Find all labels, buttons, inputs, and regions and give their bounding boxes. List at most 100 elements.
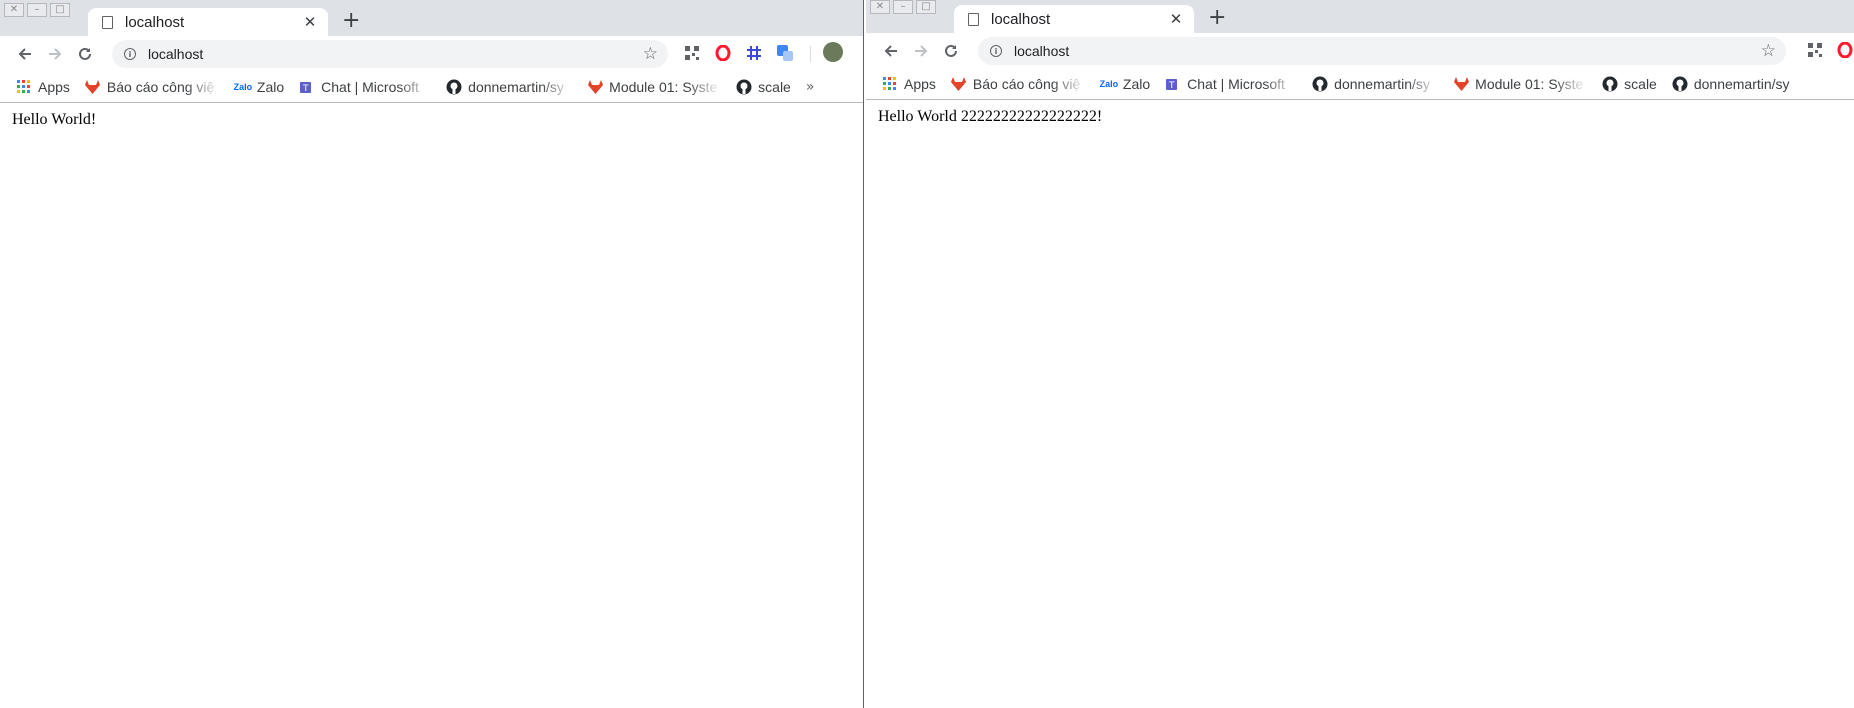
bookmark-label: Zalo: [256, 79, 285, 95]
bookmark-star-icon[interactable]: ☆: [643, 44, 658, 64]
reload-icon: [945, 44, 957, 57]
bookmark-module-01[interactable]: Module 01: Syste: [1453, 76, 1587, 92]
tab-localhost[interactable]: localhost ✕: [954, 5, 1194, 33]
window-controls: ✕ – □: [4, 3, 70, 17]
zalo-icon: Zalo: [233, 82, 253, 92]
page-text: Hello World 22222222222222222!: [878, 108, 1103, 125]
gitlab-icon: [1453, 76, 1469, 92]
qr-code-icon[interactable]: [1806, 41, 1824, 59]
bookmark-zalo[interactable]: Zalo Zalo: [233, 79, 285, 95]
bookmark-label: Module 01: Syste: [1475, 76, 1584, 92]
bookmark-donnemartin[interactable]: donnemartin/sy: [1312, 76, 1438, 92]
bookmark-apps[interactable]: Apps: [16, 79, 70, 95]
bookmark-zalo[interactable]: Zalo Zalo: [1099, 76, 1151, 92]
apps-grid-icon: [882, 76, 898, 92]
bookmarks-bar: Apps Báo cáo công việ Zalo Zalo T Chat |…: [0, 72, 863, 103]
bookmark-label: Chat | Microsoft: [321, 79, 419, 95]
window-maximize-button[interactable]: □: [916, 0, 936, 14]
gitlab-icon: [587, 79, 603, 95]
window-minimize-button[interactable]: –: [27, 3, 47, 17]
toolbar-divider: [810, 46, 811, 62]
reload-button[interactable]: [74, 43, 96, 65]
info-icon[interactable]: i: [990, 45, 1002, 57]
bookmark-label: Apps: [904, 76, 936, 92]
bookmark-teams-chat[interactable]: T Chat | Microsoft: [299, 79, 431, 95]
gitlab-icon: [951, 76, 967, 92]
translate-icon[interactable]: [776, 44, 794, 62]
bookmark-label: scale: [1624, 76, 1657, 92]
info-icon[interactable]: i: [124, 48, 136, 60]
github-icon: [1672, 76, 1688, 92]
document-icon: [102, 15, 113, 29]
bookmark-label: donnemartin/sy: [1693, 76, 1790, 92]
reload-icon: [79, 47, 91, 60]
bookmark-scale[interactable]: scale: [736, 79, 791, 95]
apps-grid-icon: [16, 79, 32, 95]
bookmark-label: Chat | Microsoft: [1187, 76, 1285, 92]
window-maximize-button[interactable]: □: [50, 3, 70, 17]
window-close-button[interactable]: ✕: [870, 0, 890, 14]
forward-arrow-icon: [915, 45, 928, 57]
browser-window-right: ✕ – □ localhost ✕ + i localhost ☆ Apps B…: [866, 0, 1854, 708]
bookmark-donnemartin-2[interactable]: donnemartin/sy: [1672, 76, 1798, 92]
back-button[interactable]: [880, 40, 902, 62]
bookmark-label: donnemartin/sy: [1334, 76, 1430, 92]
page-content: Hello World 22222222222222222!: [866, 100, 1854, 134]
address-bar[interactable]: i localhost ☆: [978, 37, 1786, 65]
bookmark-label: Apps: [38, 79, 70, 95]
page-content: Hello World!: [0, 103, 863, 137]
github-icon: [736, 79, 752, 95]
bookmark-module-01[interactable]: Module 01: Syste: [587, 79, 721, 95]
tab-close-icon[interactable]: ✕: [302, 13, 318, 31]
reload-button[interactable]: [940, 40, 962, 62]
bookmarks-bar: Apps Báo cáo công việ Zalo Zalo T Chat |…: [866, 69, 1854, 100]
qr-code-icon[interactable]: [683, 44, 701, 62]
window-minimize-button[interactable]: –: [893, 0, 913, 14]
bookmark-donnemartin[interactable]: donnemartin/sy: [446, 79, 572, 95]
bookmark-bao-cao[interactable]: Báo cáo công việ: [85, 79, 220, 95]
teams-icon: T: [1165, 76, 1181, 92]
github-icon: [1602, 76, 1618, 92]
bookmark-label: Báo cáo công việ: [972, 76, 1081, 92]
svg-text:T: T: [302, 84, 309, 94]
address-bar[interactable]: i localhost ☆: [112, 40, 668, 68]
github-icon: [446, 79, 462, 95]
tab-close-icon[interactable]: ✕: [1168, 10, 1184, 28]
forward-button[interactable]: [910, 40, 932, 62]
tab-localhost[interactable]: localhost ✕: [88, 8, 328, 36]
bookmark-label: Module 01: Syste: [609, 79, 718, 95]
bookmark-apps[interactable]: Apps: [882, 76, 936, 92]
bookmark-bao-cao[interactable]: Báo cáo công việ: [951, 76, 1086, 92]
back-arrow-icon: [884, 45, 897, 57]
window-close-button[interactable]: ✕: [4, 3, 24, 17]
back-arrow-icon: [18, 48, 31, 60]
forward-arrow-icon: [49, 48, 62, 60]
new-tab-button[interactable]: +: [1208, 7, 1226, 29]
new-tab-button[interactable]: +: [342, 10, 360, 32]
opera-icon[interactable]: [714, 44, 732, 62]
github-icon: [1312, 76, 1328, 92]
bookmark-star-icon[interactable]: ☆: [1761, 41, 1776, 61]
zalo-icon: Zalo: [1099, 79, 1119, 89]
bookmarks-overflow-button[interactable]: »: [806, 79, 815, 95]
opera-icon[interactable]: [1836, 41, 1854, 59]
grid-hash-icon[interactable]: [745, 44, 763, 62]
bookmark-label: scale: [758, 79, 791, 95]
title-bar: ✕ – □ localhost ✕ +: [0, 0, 863, 36]
tab-title: localhost: [991, 10, 1051, 28]
toolbar: i localhost ☆: [866, 33, 1854, 69]
avatar[interactable]: [823, 42, 843, 62]
url-text: localhost: [148, 46, 204, 62]
page-text: Hello World!: [12, 111, 97, 128]
forward-button[interactable]: [44, 43, 66, 65]
svg-text:T: T: [1168, 81, 1175, 91]
browser-window-left: ✕ – □ localhost ✕ + i localhost ☆ Apps B…: [0, 0, 864, 708]
document-icon: [968, 12, 979, 26]
bookmark-teams-chat[interactable]: T Chat | Microsoft: [1165, 76, 1297, 92]
back-button[interactable]: [14, 43, 36, 65]
bookmark-scale[interactable]: scale: [1602, 76, 1657, 92]
bookmark-label: Zalo: [1122, 76, 1151, 92]
toolbar: i localhost ☆: [0, 36, 863, 72]
bookmark-label: donnemartin/sy: [468, 79, 564, 95]
bookmark-label: Báo cáo công việ: [106, 79, 215, 95]
